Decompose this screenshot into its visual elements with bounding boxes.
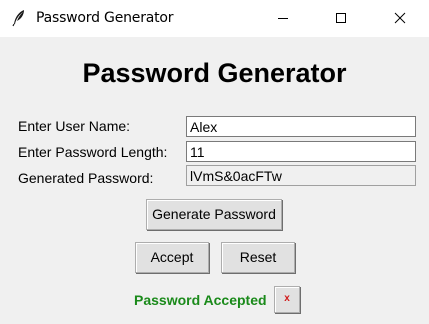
password-length-label: Enter Password Length:	[18, 144, 168, 160]
window-title: Password Generator	[36, 10, 174, 26]
username-label: Enter User Name:	[18, 118, 131, 134]
minimize-icon	[278, 18, 288, 19]
app-window: Password Generator Password Generator En…	[0, 0, 429, 324]
page-title: Password Generator	[82, 58, 347, 88]
maximize-icon	[336, 13, 346, 23]
generated-password-label: Generated Password:	[18, 170, 154, 186]
username-input[interactable]	[186, 116, 416, 137]
minimize-button[interactable]	[260, 0, 306, 37]
maximize-button[interactable]	[318, 0, 364, 37]
feather-icon	[11, 9, 27, 27]
generated-password-field[interactable]	[186, 165, 416, 186]
password-length-input[interactable]	[186, 141, 416, 162]
dismiss-status-button[interactable]: x	[274, 286, 300, 313]
generate-password-button[interactable]: Generate Password	[146, 199, 282, 230]
reset-button[interactable]: Reset	[221, 242, 295, 273]
close-icon	[394, 12, 406, 24]
close-button[interactable]	[377, 0, 423, 37]
accept-button[interactable]: Accept	[135, 242, 209, 273]
title-bar[interactable]: Password Generator	[0, 0, 429, 37]
status-message: Password Accepted	[134, 292, 267, 308]
